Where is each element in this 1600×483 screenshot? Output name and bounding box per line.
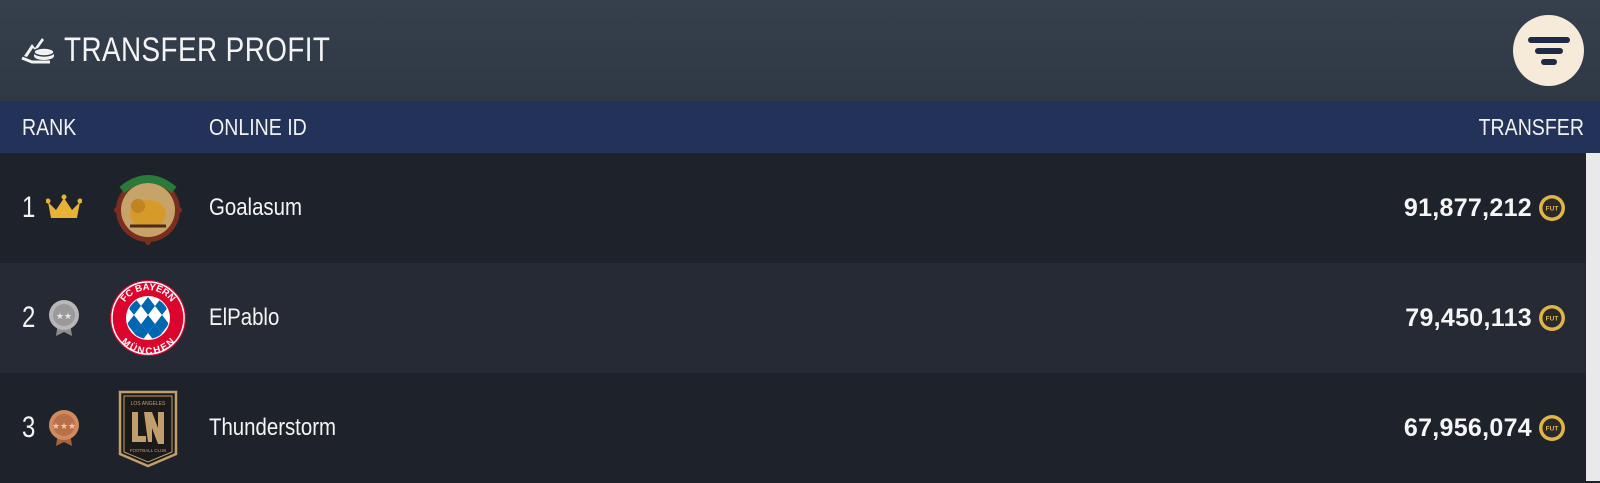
scrollbar[interactable] [1586, 153, 1600, 481]
svg-text:LOS ANGELES: LOS ANGELES [131, 401, 166, 407]
page-title: TRANSFER PROFIT [64, 31, 331, 69]
bronze-medal-icon: ★★★ [49, 410, 79, 446]
transfer-hand-icon [21, 37, 55, 63]
table-row[interactable]: 2 ★★ FC BAYERN MÜNCHEN ElPablo 79,450,11… [0, 263, 1600, 373]
silver-medal-icon: ★★ [49, 300, 79, 336]
online-id[interactable]: Thunderstorm [209, 414, 336, 442]
filter-button[interactable] [1513, 15, 1584, 86]
fut-coin-icon: FUT [1539, 415, 1565, 441]
column-transfer[interactable]: TRANSFER [1479, 114, 1584, 141]
rank-number: 1 [22, 191, 36, 224]
column-online-id[interactable]: ONLINE ID [209, 114, 307, 141]
table-row[interactable]: 1 Goalasum 91,877,212 FUT [0, 153, 1600, 263]
page-header: TRANSFER PROFIT [0, 0, 1600, 101]
filter-icon [1527, 36, 1570, 65]
online-id[interactable]: ElPablo [209, 304, 279, 332]
svg-text:★★: ★★ [56, 312, 72, 322]
online-id[interactable]: Goalasum [209, 194, 302, 222]
svg-text:FUT: FUT [1546, 316, 1559, 323]
lafc-crest: LOS ANGELES FOOTBALL CLUB [118, 390, 178, 468]
bayern-crest: FC BAYERN MÜNCHEN [110, 280, 186, 357]
transfer-amount: 79,450,113 [1405, 303, 1532, 332]
fut-coin-icon: FUT [1539, 305, 1565, 331]
leaderboard-list: 1 Goalasum 91,877,212 FUT 2 ★★ FC BAYERN… [0, 153, 1600, 483]
rank-number: 3 [22, 411, 36, 444]
svg-text:FOOTBALL CLUB: FOOTBALL CLUB [130, 448, 167, 453]
transfer-amount: 91,877,212 [1403, 193, 1532, 222]
transfer-amount: 67,956,074 [1403, 413, 1532, 442]
table-row[interactable]: 3 ★★★ LOS ANGELES FOOTBALL CLUB Thunders… [0, 373, 1600, 483]
svg-text:★★★: ★★★ [52, 422, 76, 432]
svg-text:FUT: FUT [1546, 206, 1559, 213]
crown-icon [46, 194, 82, 218]
rank-number: 2 [22, 301, 36, 334]
column-header-bar: RANK ONLINE ID TRANSFER [0, 101, 1600, 153]
fut-coin-icon: FUT [1539, 195, 1565, 221]
club-badge [114, 175, 182, 245]
column-rank[interactable]: RANK [22, 114, 76, 141]
svg-text:FUT: FUT [1546, 426, 1559, 433]
